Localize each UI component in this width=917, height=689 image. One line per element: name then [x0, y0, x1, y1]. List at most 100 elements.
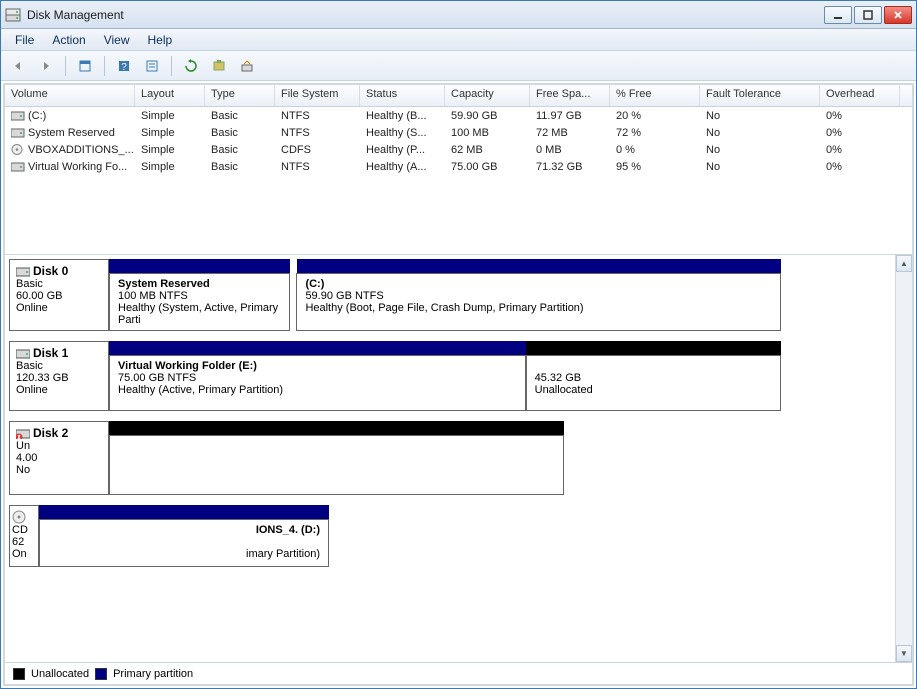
disk-label[interactable]: Disk 1 Basic 120.33 GB Online — [9, 341, 109, 411]
partition-title — [535, 360, 772, 372]
partition-status: Healthy (System, Active, Primary Parti — [118, 302, 281, 326]
col-capacity[interactable]: Capacity — [445, 85, 530, 106]
disk-label[interactable]: Disk 0 Basic 60.00 GB Online — [9, 259, 109, 331]
partition-status: imary Partition) — [48, 548, 320, 560]
partition-box[interactable]: IONS_4. (D:) imary Partition) — [39, 519, 329, 567]
partition-status: Healthy (Active, Primary Partition) — [118, 384, 517, 396]
partition-box-unallocated[interactable] — [109, 435, 564, 495]
drive-icon — [11, 110, 25, 121]
content-area: Volume Layout Type File System Status Ca… — [3, 83, 914, 686]
window-title: Disk Management — [27, 8, 824, 22]
toolbar-help-icon[interactable]: ? — [113, 55, 135, 77]
disk-label[interactable]: Disk 2 Un 4.00 No — [9, 421, 109, 495]
disk-line: 62 — [12, 536, 36, 548]
disk-kind: Basic — [16, 278, 102, 290]
legend-swatch-unallocated — [13, 668, 25, 680]
maximize-button[interactable] — [854, 6, 882, 24]
disk-line: Un — [16, 440, 102, 452]
scroll-up-button[interactable]: ▲ — [896, 255, 912, 272]
menu-help[interactable]: Help — [140, 31, 181, 49]
toolbar-separator — [104, 56, 105, 76]
disk-icon — [16, 265, 30, 277]
partition-size: 100 MB NTFS — [118, 290, 281, 302]
toolbar-separator — [171, 56, 172, 76]
disk-icon — [16, 347, 30, 359]
disk-title: Disk 0 — [33, 264, 68, 278]
minimize-button[interactable] — [824, 6, 852, 24]
disk-line: 4.00 — [16, 452, 102, 464]
partition-title: Virtual Working Folder (E:) — [118, 360, 517, 372]
legend-label-primary: Primary partition — [113, 668, 193, 680]
col-overhead[interactable]: Overhead — [820, 85, 900, 106]
cd-icon — [12, 510, 26, 524]
titlebar[interactable]: Disk Management — [1, 1, 916, 29]
vertical-scrollbar[interactable]: ▲ ▼ — [895, 255, 912, 662]
col-fault[interactable]: Fault Tolerance — [700, 85, 820, 106]
col-layout[interactable]: Layout — [135, 85, 205, 106]
nav-forward-button[interactable] — [35, 55, 57, 77]
volume-row[interactable]: Virtual Working Fo...SimpleBasicNTFSHeal… — [5, 158, 912, 175]
disk-size: 60.00 GB — [16, 290, 102, 302]
menu-action[interactable]: Action — [44, 31, 93, 49]
col-status[interactable]: Status — [360, 85, 445, 106]
svg-text:?: ? — [121, 62, 127, 73]
toolbar-view-icon[interactable] — [74, 55, 96, 77]
disk-line: CD — [12, 524, 36, 536]
drive-icon — [11, 127, 25, 138]
col-type[interactable]: Type — [205, 85, 275, 106]
volume-list-header: Volume Layout Type File System Status Ca… — [5, 85, 912, 107]
disk-warning-icon — [16, 427, 30, 439]
partition-box[interactable]: (C:) 59.90 GB NTFS Healthy (Boot, Page F… — [296, 273, 781, 331]
disk-row: Disk 2 Un 4.00 No — [9, 421, 564, 495]
nav-back-button[interactable] — [7, 55, 29, 77]
col-pctfree[interactable]: % Free — [610, 85, 700, 106]
disk-state: Online — [16, 384, 102, 396]
disk-state: Online — [16, 302, 102, 314]
partition-title: (C:) — [305, 278, 772, 290]
volume-row[interactable]: (C:)SimpleBasicNTFSHealthy (B...59.90 GB… — [5, 107, 912, 124]
col-filesystem[interactable]: File System — [275, 85, 360, 106]
partition-box[interactable]: Virtual Working Folder (E:) 75.00 GB NTF… — [109, 355, 526, 411]
disk-management-window: Disk Management File Action View Help ? … — [0, 0, 917, 689]
toolbar-details-icon[interactable] — [141, 55, 163, 77]
toolbar: ? — [1, 51, 916, 81]
volume-list: Volume Layout Type File System Status Ca… — [5, 85, 912, 255]
toolbar-settings-icon[interactable] — [208, 55, 230, 77]
partition-title: IONS_4. (D:) — [48, 524, 320, 536]
partition-title: System Reserved — [118, 278, 281, 290]
partition-size: 59.90 GB NTFS — [305, 290, 772, 302]
close-button[interactable] — [884, 6, 912, 24]
legend-label-unallocated: Unallocated — [31, 668, 89, 680]
volume-row[interactable]: VBOXADDITIONS_...SimpleBasicCDFSHealthy … — [5, 141, 912, 158]
disk-row-cd: CD 62 On IONS_4. (D:) imary Partition) — [9, 505, 329, 567]
partition-status: Healthy (Boot, Page File, Crash Dump, Pr… — [305, 302, 772, 314]
partition-size: 45.32 GB — [535, 372, 772, 384]
disk-size: 120.33 GB — [16, 372, 102, 384]
partition-status: Unallocated — [535, 384, 772, 396]
disk-kind: Basic — [16, 360, 102, 372]
disk-title: Disk 1 — [33, 346, 68, 360]
scroll-down-button[interactable]: ▼ — [896, 645, 912, 662]
col-freespace[interactable]: Free Spa... — [530, 85, 610, 106]
legend: Unallocated Primary partition — [5, 662, 912, 684]
toolbar-refresh-icon[interactable] — [180, 55, 202, 77]
menubar: File Action View Help — [1, 29, 916, 51]
partition-size: 75.00 GB NTFS — [118, 372, 517, 384]
legend-swatch-primary — [95, 668, 107, 680]
disk-label[interactable]: CD 62 On — [9, 505, 39, 567]
disk-row: Disk 1 Basic 120.33 GB Online Virtual Wo… — [9, 341, 781, 411]
menu-view[interactable]: View — [96, 31, 138, 49]
disk-line: On — [12, 548, 36, 560]
toolbar-separator — [65, 56, 66, 76]
partition-box-unallocated[interactable]: 45.32 GB Unallocated — [526, 355, 781, 411]
disk-title: Disk 2 — [33, 426, 68, 440]
drive-icon — [11, 161, 25, 172]
partition-box[interactable]: System Reserved 100 MB NTFS Healthy (Sys… — [109, 273, 290, 331]
cd-icon — [11, 144, 25, 155]
window-controls — [824, 6, 912, 24]
menu-file[interactable]: File — [7, 31, 42, 49]
toolbar-action-icon[interactable] — [236, 55, 258, 77]
disk-line: No — [16, 464, 102, 476]
volume-row[interactable]: System ReservedSimpleBasicNTFSHealthy (S… — [5, 124, 912, 141]
col-volume[interactable]: Volume — [5, 85, 135, 106]
